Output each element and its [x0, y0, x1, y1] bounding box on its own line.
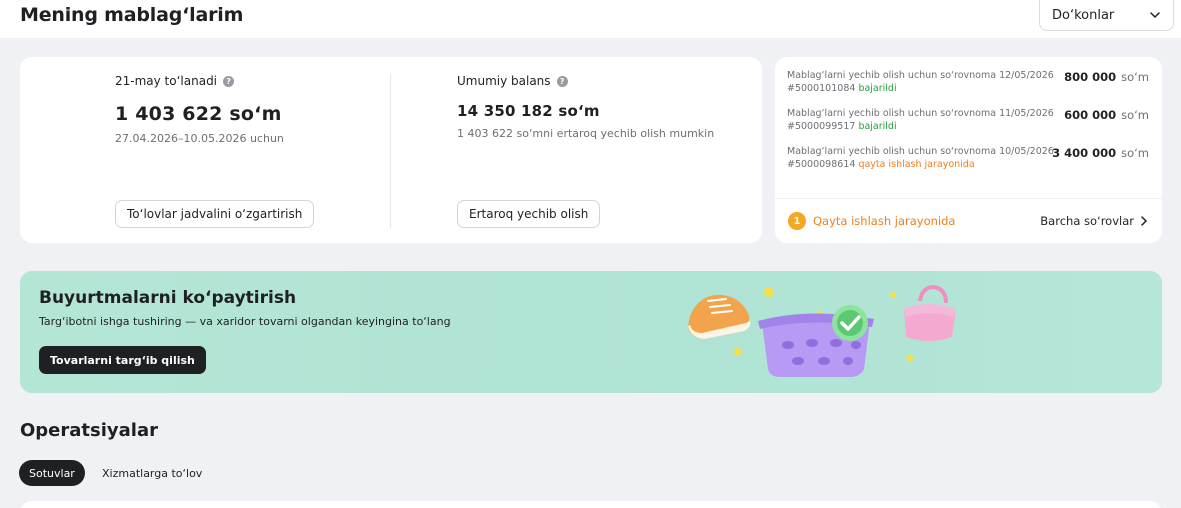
handbag-illustration	[904, 284, 956, 341]
change-schedule-button[interactable]: To‘lovlar jadvalini o‘zgartirish	[115, 200, 315, 228]
balance-note: 1 403 622 so‘mni ertaroq yechib olish mu…	[457, 127, 715, 140]
chevron-down-icon	[1150, 12, 1160, 19]
shops-dropdown-label: Do‘konlar	[1052, 7, 1115, 23]
question-icon[interactable]: ?	[223, 75, 235, 87]
promo-title: Buyurtmalarni ko‘paytirish	[39, 288, 297, 308]
confetti-dot	[906, 354, 914, 362]
confetti-dot	[734, 348, 742, 356]
processing-count-badge: 1	[788, 212, 806, 230]
promo-banner: Buyurtmalarni ko‘paytirish Targ‘ibotni i…	[20, 271, 1162, 393]
all-requests-link[interactable]: Barcha so‘rovlar	[1040, 214, 1148, 228]
question-icon[interactable]: ?	[556, 75, 568, 87]
payout-period: 27.04.2026–10.05.2026 uchun	[115, 132, 284, 145]
tab-services-payment[interactable]: Xizmatlarga to‘lov	[92, 460, 212, 486]
confetti-dot	[764, 287, 774, 297]
sneaker-illustration	[688, 294, 751, 339]
payout-amount: 1 403 622 so‘m	[115, 103, 282, 125]
checkmark-illustration	[832, 305, 868, 341]
balance-amount: 14 350 182 so‘m	[457, 102, 600, 120]
balance-card: 21-may to‘lanadi ? 1 403 622 so‘m 27.04.…	[20, 57, 762, 243]
early-withdraw-button[interactable]: Ertaroq yechib olish	[457, 200, 601, 228]
promo-subtitle: Targ‘ibotni ishga tushiring — va xaridor…	[39, 315, 451, 328]
request-item[interactable]: Mablag‘larni yechib olish uchun so‘rovno…	[787, 108, 1149, 138]
balance-column: Umumiy balans ? 14 350 182 so‘m 1 403 62…	[457, 73, 714, 140]
promote-products-button[interactable]: Tovarlarni targ‘ib qilish	[39, 346, 206, 374]
request-amount: 600 000	[1064, 108, 1117, 122]
tab-sales[interactable]: Sotuvlar	[19, 460, 85, 486]
request-id: #5000098614	[787, 159, 856, 170]
top-bar: Mening mablag‘larim Do‘konlar	[0, 0, 1181, 38]
payout-column: 21-may to‘lanadi ? 1 403 622 so‘m 27.04.…	[115, 73, 284, 145]
chevron-right-icon	[1141, 216, 1148, 226]
request-amount: 3 400 000	[1052, 146, 1117, 160]
request-item[interactable]: Mablag‘larni yechib olish uchun so‘rovno…	[787, 70, 1149, 100]
operations-card	[20, 501, 1162, 508]
divider	[775, 198, 1162, 199]
request-item[interactable]: Mablag‘larni yechib olish uchun so‘rovno…	[787, 146, 1149, 176]
operations-title: Operatsiyalar	[20, 420, 158, 441]
payout-label: 21-may to‘lanadi	[115, 74, 218, 88]
request-id: #5000099517	[787, 121, 856, 132]
withdraw-requests-card: Mablag‘larni yechib olish uchun so‘rovno…	[775, 57, 1162, 243]
processing-label: Qayta ishlash jarayonida	[813, 214, 956, 228]
divider	[390, 73, 391, 228]
balance-label: Umumiy balans	[457, 74, 551, 88]
request-amount: 800 000	[1064, 70, 1117, 84]
status-badge: qayta ishlash jarayonida	[858, 159, 975, 170]
shops-dropdown[interactable]: Do‘konlar	[1039, 0, 1174, 31]
status-badge: bajarildi	[858, 121, 897, 132]
page-title: Mening mablag‘larim	[20, 4, 244, 26]
confetti-dot	[890, 292, 896, 298]
promo-illustration	[688, 284, 956, 377]
request-id: #5000101084	[787, 83, 856, 94]
status-badge: bajarildi	[858, 83, 897, 94]
